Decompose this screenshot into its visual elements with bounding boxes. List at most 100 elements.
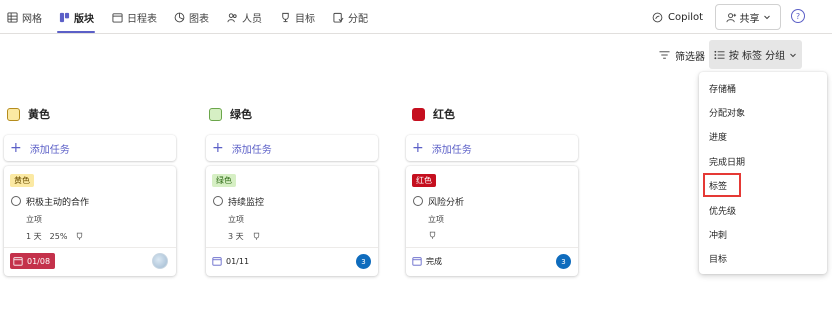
tab-label: 网格	[22, 13, 42, 25]
calendar-icon	[412, 257, 422, 266]
grid-icon	[7, 11, 18, 23]
label-badge: 黄色	[10, 174, 34, 187]
share-button[interactable]: 共享	[715, 4, 781, 30]
group-by-button[interactable]: 按 标签 分组	[709, 40, 802, 69]
task-duration: 1 天	[26, 232, 42, 241]
list-icon	[714, 50, 725, 59]
tab-label: 图表	[189, 13, 209, 25]
assignee-avatar[interactable]	[152, 253, 168, 269]
chevron-down-icon	[790, 53, 797, 57]
due-date-badge: 01/08	[10, 253, 56, 269]
column-header-red: 红色	[412, 106, 455, 122]
label-color-swatch	[209, 107, 222, 121]
trophy-icon	[282, 12, 289, 22]
menu-item-priority[interactable]: 优先级	[709, 204, 736, 217]
plus-icon: +	[10, 140, 22, 156]
menu-item-goal[interactable]: 目标	[709, 252, 727, 265]
tab-schedule[interactable]: 日程表	[112, 0, 157, 34]
tab-label: 日程表	[127, 13, 157, 25]
task-title: 风险分析	[428, 198, 465, 208]
due-date: 01/11	[226, 256, 250, 266]
add-task-button[interactable]: + 添加任务	[4, 135, 176, 161]
comment-count-badge[interactable]: 3	[556, 254, 571, 269]
top-tab-bar: 网格 版块 日程表 图表 人员 目标 分配 Copilot 共享 ?	[0, 0, 832, 34]
add-task-label: 添加任务	[431, 144, 472, 156]
task-bucket: 立项	[26, 215, 42, 224]
task-card[interactable]: 绿色 持续监控 立项 3 天 01/11 3	[206, 166, 378, 276]
task-card[interactable]: 红色 风险分析 立项 完成 3	[406, 166, 578, 276]
task-card[interactable]: 黄色 积极主动的合作 立项 1 天 25% 01/08	[4, 166, 176, 276]
tab-people[interactable]: 人员	[227, 0, 262, 34]
calendar-icon	[212, 257, 222, 266]
complete-task-checkbox[interactable]	[11, 196, 21, 206]
complete-task-checkbox[interactable]	[413, 196, 423, 206]
active-tab-indicator	[57, 31, 95, 33]
menu-item-assignee[interactable]: 分配对象	[709, 106, 745, 119]
trophy-icon	[429, 231, 436, 239]
label-badge: 绿色	[212, 174, 236, 187]
chart-icon	[174, 12, 185, 22]
calendar-icon	[112, 12, 123, 23]
plus-icon: +	[212, 140, 224, 156]
plus-icon: +	[412, 140, 424, 156]
assign-icon	[333, 12, 344, 23]
trophy-icon	[253, 232, 259, 240]
share-person-icon	[725, 12, 736, 22]
due-date-badge: 完成	[412, 253, 442, 269]
column-header-green: 绿色	[209, 106, 252, 122]
copilot-button[interactable]: Copilot	[652, 8, 703, 26]
filter-icon	[659, 51, 670, 59]
tab-assign[interactable]: 分配	[333, 0, 368, 34]
task-title: 积极主动的合作	[26, 198, 90, 208]
add-task-button[interactable]: + 添加任务	[206, 135, 378, 161]
column-title: 绿色	[230, 108, 252, 121]
tab-label: 目标	[295, 13, 315, 25]
calendar-icon	[13, 257, 23, 266]
label-color-swatch	[412, 107, 425, 121]
due-date-badge: 01/11	[212, 253, 249, 269]
tab-label: 版块	[74, 13, 94, 25]
selected-menu-item-highlight	[703, 173, 741, 197]
tab-label: 分配	[348, 13, 368, 25]
share-label: 共享	[739, 13, 760, 25]
trophy-icon	[77, 232, 83, 240]
task-meta: 1 天 25%	[26, 231, 84, 242]
help-button[interactable]: ?	[791, 9, 805, 23]
menu-item-bucket[interactable]: 存储桶	[709, 82, 736, 95]
column-title: 红色	[433, 108, 455, 121]
task-meta	[428, 231, 437, 240]
column-header-yellow: 黄色	[7, 106, 50, 122]
tab-board[interactable]: 版块	[59, 0, 94, 34]
menu-item-progress[interactable]: 进度	[709, 130, 727, 143]
card-divider	[4, 247, 176, 248]
label-badge: 红色	[412, 174, 436, 187]
tab-charts[interactable]: 图表	[174, 0, 209, 34]
add-task-label: 添加任务	[29, 144, 70, 156]
tab-label: 人员	[242, 13, 262, 25]
add-task-button[interactable]: + 添加任务	[406, 135, 578, 161]
group-by-label: 按 标签 分组	[728, 51, 786, 62]
complete-task-checkbox[interactable]	[213, 196, 223, 206]
task-bucket: 立项	[428, 215, 444, 224]
copilot-label: Copilot	[668, 11, 704, 23]
filter-button[interactable]: 筛选器	[659, 47, 705, 63]
help-icon: ?	[795, 11, 801, 21]
tab-goals[interactable]: 目标	[280, 0, 315, 34]
menu-item-due-date[interactable]: 完成日期	[709, 155, 745, 168]
card-divider	[406, 247, 578, 248]
task-title: 持续监控	[228, 198, 265, 208]
board-icon	[59, 12, 70, 22]
column-title: 黄色	[28, 108, 50, 121]
filter-label: 筛选器	[675, 51, 705, 63]
label-color-swatch	[7, 107, 20, 121]
menu-item-sprint[interactable]: 冲刺	[709, 228, 727, 241]
comment-count-badge[interactable]: 3	[356, 254, 371, 269]
copilot-icon	[652, 12, 663, 22]
card-divider	[206, 247, 378, 248]
tab-grid[interactable]: 网格	[7, 0, 42, 34]
chevron-down-icon	[763, 15, 770, 20]
task-progress: 25%	[49, 232, 68, 241]
due-date: 01/08	[27, 256, 51, 266]
people-icon	[227, 12, 237, 22]
add-task-label: 添加任务	[231, 144, 272, 156]
